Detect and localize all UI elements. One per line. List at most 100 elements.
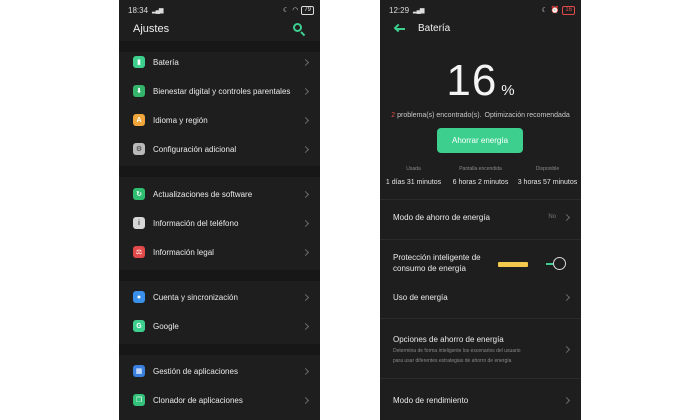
energy-use-row[interactable]: Uso de energía <box>393 290 571 304</box>
settings-item-label: Gestión de aplicaciones <box>153 366 238 376</box>
new-badge <box>498 262 528 267</box>
smart-protection-row[interactable]: Protección inteligente de consumo de ene… <box>393 252 569 276</box>
chevron-right-icon <box>301 145 310 153</box>
save-energy-button[interactable]: Ahorrar energía <box>437 128 523 153</box>
chevron-right-icon <box>562 213 571 221</box>
alarm-icon: ⏰ <box>550 7 560 14</box>
saving-options-desc-line2: para usar diferentes estrategias de ahor… <box>393 357 512 364</box>
settings-item-label: Configuración adicional <box>153 144 237 154</box>
settings-item-google[interactable]: G Google <box>119 312 320 340</box>
status-bar: 12:29 ▂▄▆ ☾ ⏰ 16 <box>389 4 575 16</box>
settings-item-label: Actualizaciones de software <box>153 189 253 199</box>
back-arrow-icon[interactable] <box>393 23 406 34</box>
legal-icon: ⚖ <box>133 246 145 258</box>
stat-value: 6 horas 2 minutos <box>452 179 509 186</box>
update-icon: ↻ <box>133 188 145 200</box>
energy-use-label: Uso de energía <box>393 292 448 302</box>
status-time: 18:34 <box>128 5 149 15</box>
stat-screen-on: Pantalla encendida 6 horas 2 minutos <box>447 166 514 186</box>
performance-mode-row[interactable]: Modo de rendimiento <box>393 393 571 407</box>
settings-item-label: Clonador de aplicaciones <box>153 395 243 405</box>
power-saving-mode-label: Modo de ahorro de energía <box>393 212 490 222</box>
problem-text: problema(s) encontrado(s). <box>397 112 482 119</box>
settings-item-actualizaciones[interactable]: ↻ Actualizaciones de software <box>119 180 320 208</box>
battery-icon: 16 <box>562 5 575 15</box>
battery-percentage: 16% <box>380 56 581 106</box>
gear-icon: ⚙ <box>133 143 145 155</box>
settings-item-label: Google <box>153 321 179 331</box>
stat-caption: Pantalla encendida <box>459 166 502 172</box>
settings-item-bienestar[interactable]: ⬇ Bienestar digital y controles parental… <box>119 77 320 105</box>
chevron-right-icon <box>562 396 571 404</box>
settings-item-label: Bienestar digital y controles parentales <box>153 86 291 96</box>
chevron-right-icon <box>301 367 310 375</box>
battery-percent-value: 16 <box>446 56 498 105</box>
chevron-right-icon <box>301 116 310 124</box>
settings-screen: 18:34 ▂▄▆ ☾ ◠ 79 Ajustes ▮ Batería ⬇ Bie… <box>119 0 320 420</box>
settings-item-cuenta[interactable]: ● Cuenta y sincronización <box>119 283 320 311</box>
settings-item-configuracion[interactable]: ⚙ Configuración adicional <box>119 135 320 163</box>
stat-value: 3 horas 57 minutos <box>517 179 578 186</box>
apps-icon: ▦ <box>133 365 145 377</box>
settings-item-label: Información del teléfono <box>153 218 239 228</box>
settings-item-bateria[interactable]: ▮ Batería <box>119 48 320 76</box>
saving-options-row[interactable]: Opciones de ahorro de energía Determina … <box>393 333 571 365</box>
settings-item-info-legal[interactable]: ⚖ Información legal <box>119 238 320 266</box>
info-icon: i <box>133 217 145 229</box>
settings-item-label: Idioma y región <box>153 115 208 125</box>
chevron-right-icon <box>301 322 310 330</box>
saving-options-desc-line1: Determina de forma inteligente los escen… <box>393 347 521 354</box>
problems-found[interactable]: 2 problema(s) encontrado(s). Optimización… <box>380 112 581 119</box>
chevron-right-icon <box>301 58 310 66</box>
settings-item-label: Cuenta y sincronización <box>153 292 238 302</box>
chevron-right-icon <box>301 190 310 198</box>
page-title: Batería <box>418 23 451 34</box>
status-time: 12:29 <box>389 5 410 15</box>
settings-item-clonador[interactable]: ❐ Clonador de aplicaciones <box>119 386 320 414</box>
settings-item-label: Información legal <box>153 247 214 257</box>
stat-value: 1 días 31 minutos <box>385 179 442 186</box>
settings-item-gestion-apps[interactable]: ▦ Gestión de aplicaciones <box>119 357 320 385</box>
moon-icon: ☾ <box>541 7 548 14</box>
battery-stats: Usada 1 días 31 minutos Pantalla encendi… <box>380 166 581 186</box>
battery-percent-unit: % <box>501 82 515 99</box>
search-icon[interactable] <box>292 22 306 37</box>
google-icon: G <box>133 320 145 332</box>
battery-screen: 12:29 ▂▄▆ ☾ ⏰ 16 Batería 16% 2 problema(… <box>380 0 581 420</box>
problem-count: 2 <box>391 112 396 119</box>
optimization-link[interactable]: Optimización recomendada <box>485 112 570 119</box>
page-title: Ajustes <box>133 23 170 35</box>
power-saving-mode-value: No <box>548 214 556 220</box>
settings-item-info-telefono[interactable]: i Información del teléfono <box>119 209 320 237</box>
signal-icon: ▂▄▆ <box>413 7 425 14</box>
chevron-right-icon <box>301 396 310 404</box>
language-icon: A <box>133 114 145 126</box>
digital-wellbeing-icon: ⬇ <box>133 85 145 97</box>
status-bar: 18:34 ▂▄▆ ☾ ◠ 79 <box>128 4 314 16</box>
chevron-right-icon <box>562 345 571 353</box>
smart-protection-toggle[interactable] <box>546 257 566 271</box>
chevron-right-icon <box>562 293 571 301</box>
stat-caption: Usada <box>406 166 421 172</box>
stat-caption: Disponible <box>535 166 560 172</box>
settings-item-idioma[interactable]: A Idioma y región <box>119 106 320 134</box>
power-saving-mode-row[interactable]: Modo de ahorro de energía No <box>393 210 571 224</box>
smart-protection-label-line2: consumo de energía <box>393 264 466 273</box>
battery-icon: 79 <box>301 5 314 15</box>
moon-icon: ☾ <box>282 7 290 14</box>
chevron-right-icon <box>301 87 310 95</box>
saving-options-label: Opciones de ahorro de energía <box>393 334 504 344</box>
smart-protection-label-line1: Protección inteligente de <box>393 253 481 262</box>
clone-icon: ❐ <box>133 394 145 406</box>
performance-mode-label: Modo de rendimiento <box>393 395 469 405</box>
wifi-icon: ◠ <box>292 7 299 14</box>
stat-available: Disponible 3 horas 57 minutos <box>514 166 581 186</box>
account-icon: ● <box>133 291 145 303</box>
chevron-right-icon <box>301 219 310 227</box>
settings-item-label: Batería <box>153 57 179 67</box>
chevron-right-icon <box>301 293 310 301</box>
stat-used: Usada 1 días 31 minutos <box>380 166 447 186</box>
battery-icon: ▮ <box>133 56 145 68</box>
signal-icon: ▂▄▆ <box>152 7 164 14</box>
chevron-right-icon <box>301 248 310 256</box>
